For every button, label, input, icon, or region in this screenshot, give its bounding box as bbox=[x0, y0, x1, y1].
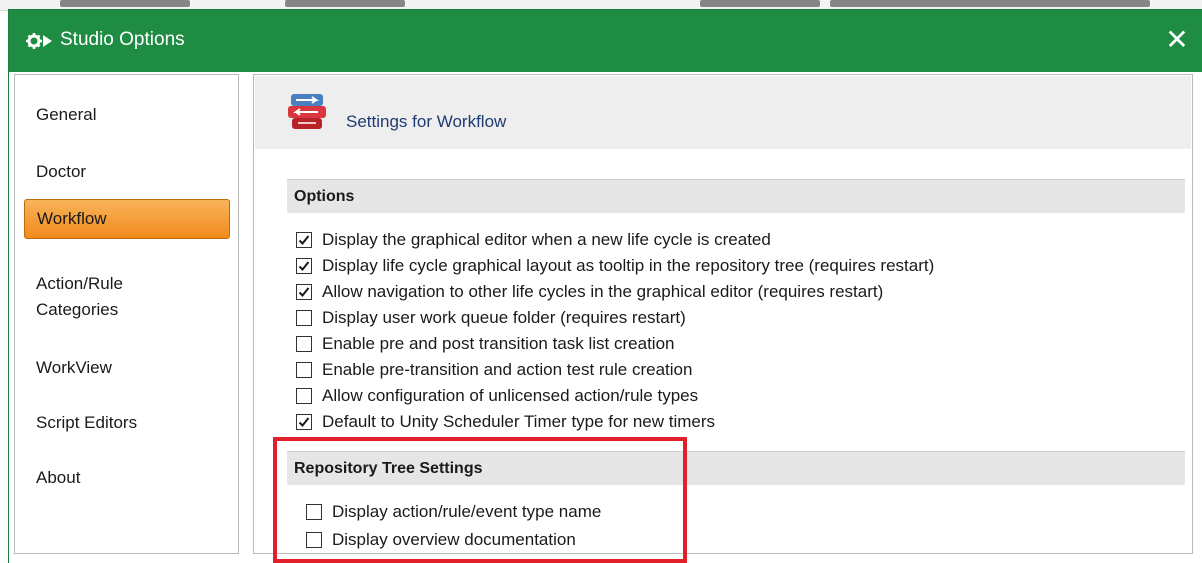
settings-panel: Settings for Workflow Options Display th… bbox=[253, 74, 1193, 554]
option-overview-documentation[interactable]: Display overview documentation bbox=[306, 529, 576, 551]
checkbox-checked[interactable] bbox=[296, 258, 312, 274]
option-label: Display action/rule/event type name bbox=[332, 502, 602, 521]
option-tooltip-layout[interactable]: Display life cycle graphical layout as t… bbox=[296, 255, 934, 277]
sidebar-item-workflow[interactable]: Workflow bbox=[24, 199, 230, 239]
section-header-repository-tree: Repository Tree Settings bbox=[287, 451, 1185, 485]
checkbox-checked[interactable] bbox=[296, 414, 312, 430]
close-icon[interactable]: ✕ bbox=[1162, 25, 1192, 55]
window-title: Studio Options bbox=[60, 29, 185, 50]
workflow-icon bbox=[286, 92, 328, 132]
gear-arrow-icon bbox=[26, 32, 52, 50]
sidebar-item-script-editors[interactable]: Script Editors bbox=[24, 413, 230, 433]
option-label: Allow configuration of unlicensed action… bbox=[322, 386, 699, 405]
option-label: Display life cycle graphical layout as t… bbox=[322, 256, 935, 275]
checkbox-unchecked[interactable] bbox=[306, 532, 322, 548]
sidebar-item-workview[interactable]: WorkView bbox=[24, 358, 230, 378]
option-label: Default to Unity Scheduler Timer type fo… bbox=[322, 412, 716, 431]
option-display-type-name[interactable]: Display action/rule/event type name bbox=[306, 501, 601, 523]
checkbox-checked[interactable] bbox=[296, 284, 312, 300]
page-title: Settings for Workflow bbox=[346, 112, 507, 131]
checkbox-unchecked[interactable] bbox=[306, 504, 322, 520]
option-unity-scheduler-timer[interactable]: Default to Unity Scheduler Timer type fo… bbox=[296, 411, 715, 433]
sidebar-item-about[interactable]: About bbox=[24, 468, 230, 488]
option-pre-transition-test-rule[interactable]: Enable pre-transition and action test ru… bbox=[296, 359, 692, 381]
option-label: Allow navigation to other life cycles in… bbox=[322, 282, 884, 301]
option-label: Display user work queue folder (requires… bbox=[322, 308, 686, 327]
option-label: Display overview documentation bbox=[332, 530, 576, 549]
checkbox-unchecked[interactable] bbox=[296, 388, 312, 404]
checkbox-unchecked[interactable] bbox=[296, 362, 312, 378]
options-sidebar: General Doctor Workflow Action/Rule Cate… bbox=[14, 74, 239, 554]
option-display-graphical-editor[interactable]: Display the graphical editor when a new … bbox=[296, 229, 771, 251]
option-pre-post-task-list[interactable]: Enable pre and post transition task list… bbox=[296, 333, 674, 355]
sidebar-item-general[interactable]: General bbox=[24, 105, 230, 125]
option-user-work-queue[interactable]: Display user work queue folder (requires… bbox=[296, 307, 686, 329]
option-unlicensed-types[interactable]: Allow configuration of unlicensed action… bbox=[296, 385, 698, 407]
checkbox-checked[interactable] bbox=[296, 232, 312, 248]
settings-header: Settings for Workflow bbox=[255, 76, 1191, 149]
option-allow-navigation[interactable]: Allow navigation to other life cycles in… bbox=[296, 281, 883, 303]
option-label: Enable pre and post transition task list… bbox=[322, 334, 675, 353]
option-label: Display the graphical editor when a new … bbox=[322, 230, 771, 249]
checkbox-unchecked[interactable] bbox=[296, 310, 312, 326]
sidebar-item-doctor[interactable]: Doctor bbox=[24, 162, 230, 182]
sidebar-item-action-rule-categories[interactable]: Action/Rule Categories bbox=[24, 271, 230, 323]
checkbox-unchecked[interactable] bbox=[296, 336, 312, 352]
title-bar: Studio Options ✕ bbox=[9, 10, 1202, 72]
option-label: Enable pre-transition and action test ru… bbox=[322, 360, 693, 379]
section-header-options: Options bbox=[287, 179, 1185, 213]
